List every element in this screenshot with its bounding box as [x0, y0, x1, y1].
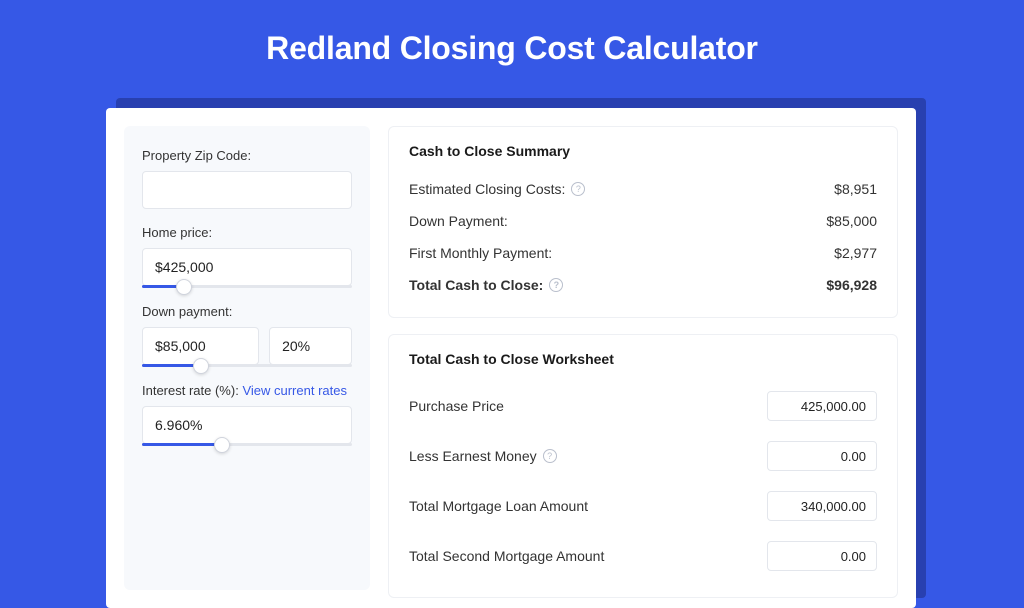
- info-icon[interactable]: ?: [549, 278, 563, 292]
- calculator-card: Property Zip Code: Home price: Down paym…: [106, 108, 916, 608]
- worksheet-panel: Total Cash to Close Worksheet Purchase P…: [388, 334, 898, 598]
- field-down-payment: Down payment:: [142, 304, 352, 367]
- view-rates-link[interactable]: View current rates: [242, 383, 347, 398]
- summary-total-row: Total Cash to Close: ? $96,928: [409, 269, 877, 301]
- worksheet-heading: Total Cash to Close Worksheet: [409, 351, 877, 367]
- interest-rate-input[interactable]: [142, 406, 352, 444]
- summary-total-value: $96,928: [826, 277, 877, 293]
- inputs-panel: Property Zip Code: Home price: Down paym…: [124, 126, 370, 590]
- worksheet-row-label: Total Second Mortgage Amount: [409, 548, 604, 564]
- page-title: Redland Closing Cost Calculator: [0, 0, 1024, 85]
- interest-rate-label: Interest rate (%): View current rates: [142, 383, 352, 398]
- worksheet-row-input[interactable]: [767, 441, 877, 471]
- home-price-slider[interactable]: [142, 285, 352, 288]
- summary-row: Down Payment: $85,000: [409, 205, 877, 237]
- down-payment-pct-input[interactable]: [269, 327, 352, 365]
- summary-row-value: $85,000: [826, 213, 877, 229]
- worksheet-row: Purchase Price: [409, 381, 877, 431]
- down-payment-label: Down payment:: [142, 304, 352, 319]
- worksheet-row-label: Purchase Price: [409, 398, 504, 414]
- zip-label: Property Zip Code:: [142, 148, 352, 163]
- summary-row-label: First Monthly Payment:: [409, 245, 552, 261]
- info-icon[interactable]: ?: [571, 182, 585, 196]
- worksheet-row: Total Second Mortgage Amount: [409, 531, 877, 581]
- field-zip: Property Zip Code:: [142, 148, 352, 209]
- worksheet-row: Less Earnest Money ?: [409, 431, 877, 481]
- summary-total-label: Total Cash to Close:: [409, 277, 543, 293]
- field-interest-rate: Interest rate (%): View current rates: [142, 383, 352, 446]
- down-payment-slider[interactable]: [142, 364, 352, 367]
- worksheet-row-input[interactable]: [767, 491, 877, 521]
- summary-row: First Monthly Payment: $2,977: [409, 237, 877, 269]
- worksheet-row-label: Less Earnest Money: [409, 448, 537, 464]
- summary-heading: Cash to Close Summary: [409, 143, 877, 159]
- summary-row-label: Down Payment:: [409, 213, 508, 229]
- worksheet-row: Total Mortgage Loan Amount: [409, 481, 877, 531]
- results-column: Cash to Close Summary Estimated Closing …: [388, 126, 898, 590]
- home-price-label: Home price:: [142, 225, 352, 240]
- info-icon[interactable]: ?: [543, 449, 557, 463]
- summary-row-value: $2,977: [834, 245, 877, 261]
- worksheet-row-input[interactable]: [767, 391, 877, 421]
- summary-row-label: Estimated Closing Costs:: [409, 181, 565, 197]
- interest-rate-slider[interactable]: [142, 443, 352, 446]
- summary-row-value: $8,951: [834, 181, 877, 197]
- home-price-input[interactable]: [142, 248, 352, 286]
- summary-row: Estimated Closing Costs: ? $8,951: [409, 173, 877, 205]
- worksheet-row-input[interactable]: [767, 541, 877, 571]
- summary-panel: Cash to Close Summary Estimated Closing …: [388, 126, 898, 318]
- field-home-price: Home price:: [142, 225, 352, 288]
- zip-input[interactable]: [142, 171, 352, 209]
